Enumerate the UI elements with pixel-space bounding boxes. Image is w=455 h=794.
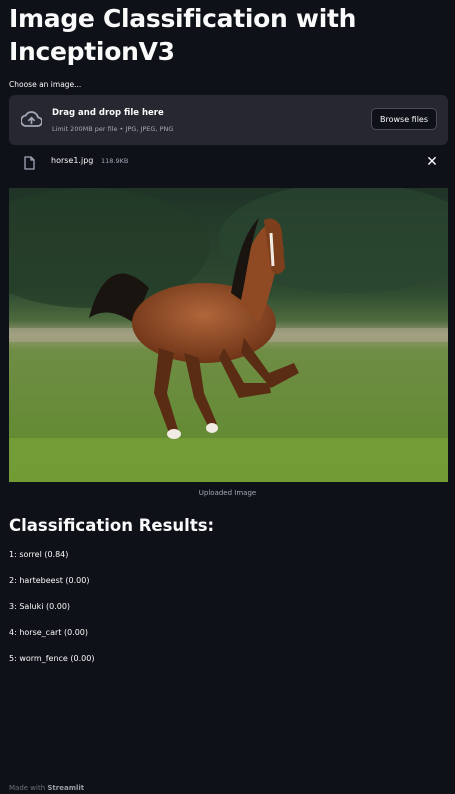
image-caption: Uploaded Image [198,489,257,497]
browse-files-button[interactable]: Browse files [371,108,437,130]
uploader-label: Choose an image... [9,80,82,89]
file-name: horse1.jpg [51,156,94,165]
streamlit-link[interactable]: Streamlit [47,784,84,792]
result-item: 4: horse_cart (0.00) [9,628,88,637]
page-title: Image Classification with InceptionV3 [9,4,357,66]
file-size: 118.9KB [101,157,129,165]
result-item: 3: Saluki (0.00) [9,602,71,611]
result-item: 5: worm_fence (0.00) [9,654,95,663]
close-icon[interactable]: ✕ [425,155,439,169]
dropzone-title: Drag and drop file here [52,108,164,118]
footer: Made with Streamlit [9,784,84,792]
file-dropzone[interactable]: Drag and drop file here Limit 200MB per … [9,95,448,145]
uploaded-file-row: horse1.jpg 118.9KB ✕ [9,152,448,176]
footer-prefix: Made with [9,784,46,792]
file-icon [24,155,35,170]
results-heading: Classification Results: [9,516,215,535]
uploaded-image [9,188,448,482]
result-item: 1: sorrel (0.84) [9,550,69,559]
result-item: 2: hartebeest (0.00) [9,576,90,585]
cloud-upload-icon [20,110,43,128]
dropzone-limit-text: Limit 200MB per file • JPG, JPEG, PNG [52,125,174,133]
